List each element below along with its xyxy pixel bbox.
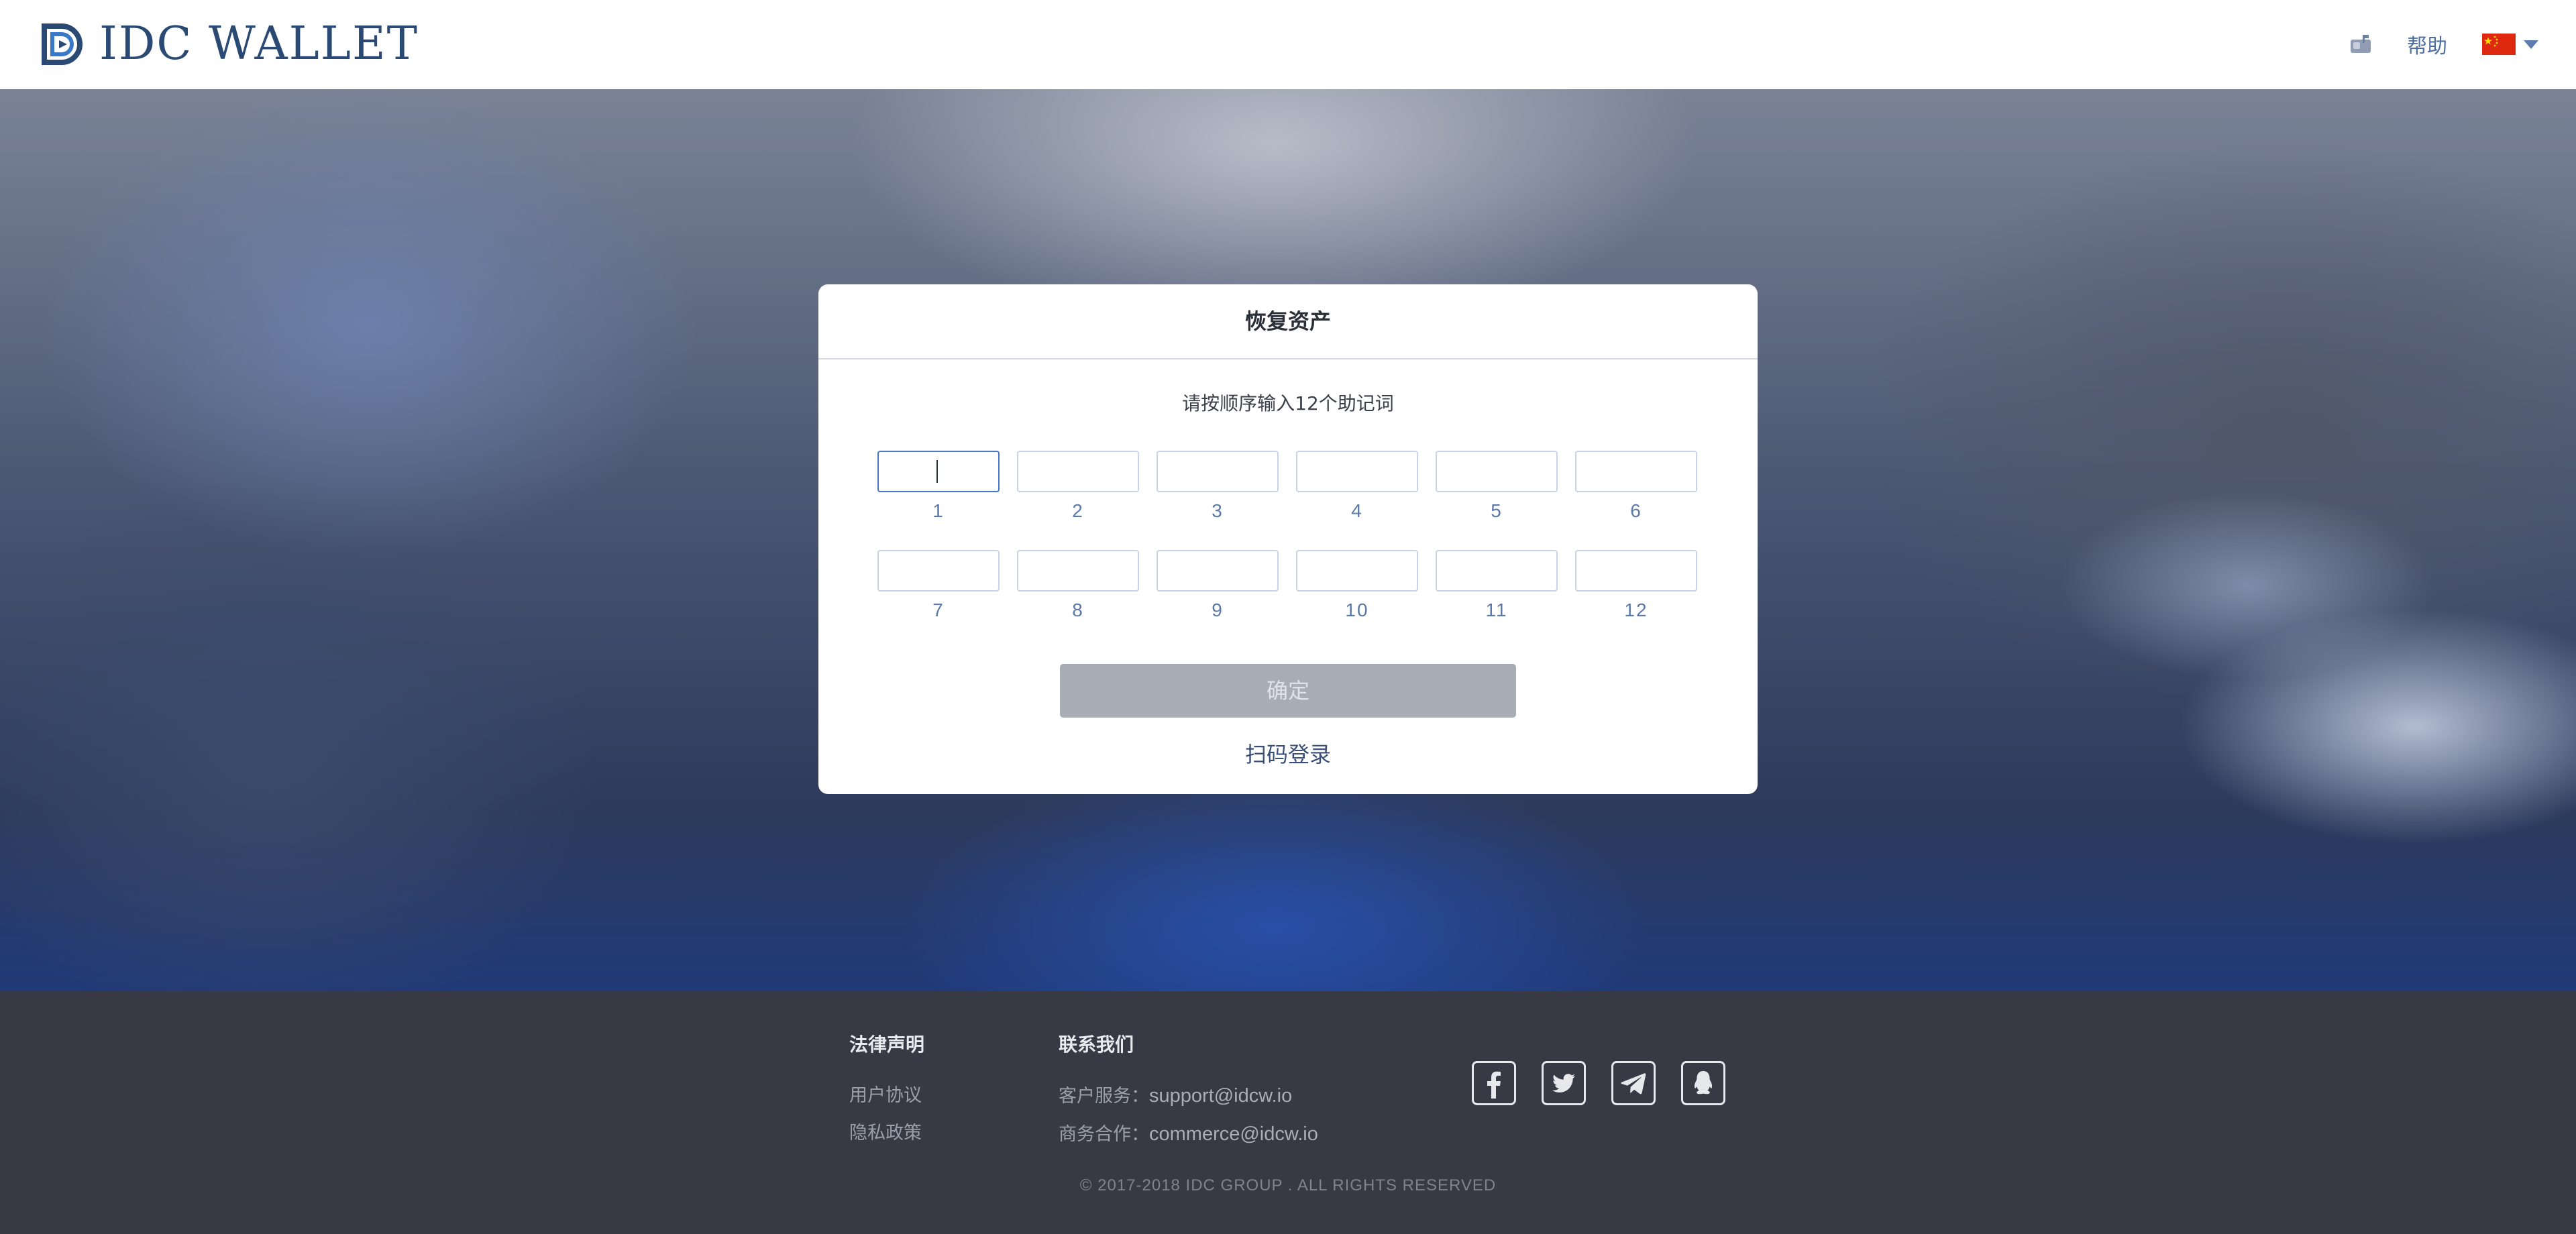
mnemonic-cell: 9 [1157, 550, 1279, 621]
mnemonic-cell: 11 [1436, 550, 1558, 621]
mailbox-icon[interactable] [2349, 33, 2372, 56]
mnemonic-input-12[interactable] [1575, 550, 1697, 592]
cn-flag-icon[interactable] [2482, 34, 2516, 55]
qr-login-link[interactable]: 扫码登录 [818, 738, 1758, 769]
mnemonic-input-11[interactable] [1436, 550, 1558, 592]
mnemonic-cell: 6 [1575, 451, 1697, 522]
mnemonic-index: 5 [1491, 500, 1503, 521]
facebook-link[interactable] [1472, 1061, 1516, 1105]
mnemonic-input-3[interactable] [1157, 451, 1279, 492]
twitter-link[interactable] [1542, 1061, 1586, 1105]
card-divider [818, 358, 1758, 359]
mnemonic-input-1[interactable] [877, 451, 1000, 492]
footer-legal-title: 法律声明 [849, 1033, 925, 1056]
restore-assets-card: 恢复资产 请按顺序输入12个助记词 1 2 3 4 5 6 7 8 9 10 1… [818, 284, 1758, 794]
card-title: 恢复资产 [1244, 308, 1331, 334]
user-agreement-link[interactable]: 用户协议 [849, 1077, 924, 1115]
mnemonic-cell: 7 [877, 550, 1000, 621]
mnemonic-input-10[interactable] [1296, 550, 1418, 592]
twitter-icon [1552, 1074, 1575, 1092]
mnemonic-input-8[interactable] [1017, 550, 1139, 592]
mnemonic-input-5[interactable] [1436, 451, 1558, 492]
privacy-policy-link[interactable]: 隐私政策 [849, 1115, 924, 1152]
mnemonic-cell: 4 [1296, 451, 1418, 522]
mnemonic-input-9[interactable] [1157, 550, 1279, 592]
mnemonic-cell: 1 [877, 451, 1000, 522]
footer-legal-column: 法律声明 用户协议 隐私政策 [849, 1030, 924, 1152]
commerce-contact[interactable]: 商务合作：commerce@idcw.io [1059, 1115, 1318, 1154]
mnemonic-input-2[interactable] [1017, 451, 1139, 492]
confirm-button[interactable]: 确定 [1060, 664, 1516, 718]
text-cursor [936, 460, 938, 483]
brand-name: IDC WALLET [99, 17, 419, 70]
mnemonic-input-4[interactable] [1296, 451, 1418, 492]
mnemonic-index: 6 [1630, 500, 1642, 521]
telegram-link[interactable] [1611, 1061, 1656, 1105]
help-link[interactable]: 帮助 [2407, 30, 2447, 59]
mnemonic-index: 9 [1212, 600, 1224, 620]
card-subtitle: 请按顺序输入12个助记词 [1182, 392, 1394, 414]
mnemonic-index: 3 [1212, 500, 1224, 521]
logo-mark-icon [42, 23, 83, 65]
mnemonic-cell: 10 [1296, 550, 1418, 621]
mnemonic-input-7[interactable] [877, 550, 1000, 592]
top-header: IDC WALLET 帮助 [0, 0, 2576, 89]
support-contact[interactable]: 客户服务：support@idcw.io [1059, 1077, 1318, 1115]
mnemonic-cell: 12 [1575, 550, 1697, 621]
mnemonic-index: 12 [1624, 600, 1648, 620]
mnemonic-index: 7 [932, 600, 945, 620]
qq-link[interactable] [1681, 1061, 1725, 1105]
copyright-text: © 2017-2018 IDC GROUP . ALL RIGHTS RESER… [1079, 1176, 1497, 1194]
site-footer: 法律声明 用户协议 隐私政策 联系我们 客户服务：support@idcw.io… [0, 991, 2576, 1234]
facebook-icon [1487, 1071, 1501, 1099]
mnemonic-input-6[interactable] [1575, 451, 1697, 492]
header-actions: 帮助 [2349, 27, 2538, 62]
footer-contact-column: 联系我们 客户服务：support@idcw.io 商务合作：commerce@… [1059, 1030, 1318, 1154]
mnemonic-cell: 5 [1436, 451, 1558, 522]
mnemonic-index: 11 [1485, 600, 1508, 620]
support-email[interactable]: support@idcw.io [1149, 1085, 1292, 1107]
mnemonic-cell: 8 [1017, 550, 1139, 621]
qq-icon [1694, 1071, 1713, 1095]
footer-contact-title: 联系我们 [1059, 1033, 1134, 1056]
mnemonic-cell: 3 [1157, 451, 1279, 522]
mnemonic-index: 10 [1345, 600, 1369, 620]
caret-down-icon[interactable] [2524, 40, 2538, 49]
mnemonic-index: 1 [932, 500, 945, 521]
mnemonic-index: 4 [1351, 500, 1363, 521]
mnemonic-cell: 2 [1017, 451, 1139, 522]
brand-logo[interactable]: IDC WALLET [38, 17, 419, 71]
telegram-icon [1621, 1073, 1646, 1095]
support-label: 客户服务： [1059, 1086, 1149, 1107]
social-links [1472, 1061, 1751, 1105]
commerce-email[interactable]: commerce@idcw.io [1149, 1123, 1318, 1145]
commerce-label: 商务合作： [1059, 1124, 1149, 1145]
mnemonic-index: 8 [1072, 600, 1084, 620]
mnemonic-index: 2 [1072, 500, 1084, 521]
